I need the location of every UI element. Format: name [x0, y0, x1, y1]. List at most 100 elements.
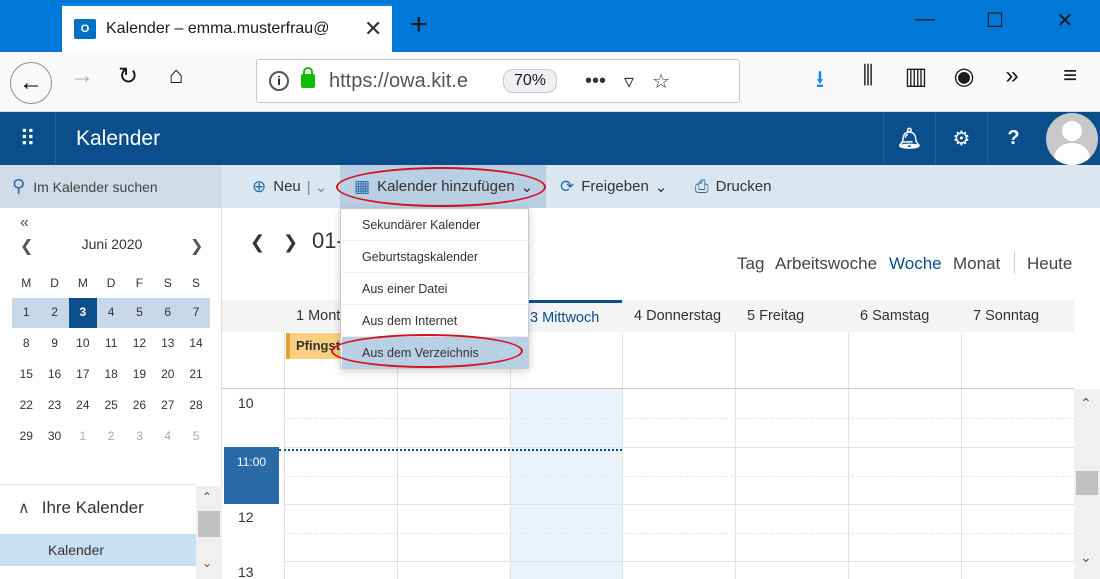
mini-calendar-day[interactable]: 21: [182, 367, 211, 381]
home-icon[interactable]: ⌂: [156, 62, 196, 90]
calendar-search[interactable]: ⚲ Im Kalender suchen: [0, 165, 222, 208]
url-text[interactable]: https://owa.kit.e: [329, 70, 479, 93]
mini-calendar-day[interactable]: 10: [69, 336, 98, 350]
account-icon[interactable]: ◉: [944, 62, 984, 91]
mini-calendar-day[interactable]: 26: [125, 398, 154, 412]
mini-calendar-day[interactable]: 22: [12, 398, 41, 412]
mini-calendar-day[interactable]: 3: [68, 298, 98, 328]
menu-item-birthday-calendar[interactable]: Geburtstagskalender: [342, 241, 529, 273]
plus-circle-icon: ⊕: [252, 176, 267, 196]
help-icon[interactable]: ?: [987, 112, 1039, 165]
print-button[interactable]: ⎙ Drucken: [695, 165, 771, 208]
new-button[interactable]: ⊕ Neu | ⌄: [252, 165, 327, 208]
address-bar[interactable]: i https://owa.kit.e 70% ••• ▿ ☆: [256, 59, 740, 103]
mini-calendar-day[interactable]: 5: [125, 305, 154, 319]
view-workweek[interactable]: Arbeitswoche: [775, 254, 877, 274]
calendar-list-item[interactable]: Kalender: [0, 534, 196, 566]
share-button[interactable]: ⟳ Freigeben ⌄: [560, 165, 667, 208]
app-launcher-icon[interactable]: ⠿: [0, 112, 56, 165]
mini-calendar-day[interactable]: 30: [40, 429, 69, 443]
scroll-down-icon[interactable]: ⌄: [202, 556, 212, 570]
day-header[interactable]: 4 Donnerstag: [622, 300, 735, 332]
mini-calendar-day[interactable]: 9: [40, 336, 69, 350]
collapse-icon[interactable]: «: [20, 214, 29, 232]
mini-calendar-day[interactable]: 23: [40, 398, 69, 412]
view-day[interactable]: Tag: [737, 254, 764, 274]
outlook-favicon-icon: O: [74, 19, 96, 39]
mini-calendar-day[interactable]: 2: [97, 429, 126, 443]
gear-icon[interactable]: ⚙: [935, 112, 987, 165]
view-week[interactable]: Woche: [889, 254, 942, 274]
maximize-icon[interactable]: ☐: [975, 8, 1015, 33]
right-scrollbar[interactable]: ⌃ ⌄: [1074, 389, 1100, 579]
mini-calendar-day[interactable]: 12: [125, 336, 154, 350]
mini-calendar-day[interactable]: 25: [97, 398, 126, 412]
mini-calendar-day[interactable]: 17: [69, 367, 98, 381]
scroll-down-icon[interactable]: ⌄: [1080, 549, 1092, 566]
menu-item-from-internet[interactable]: Aus dem Internet: [342, 305, 529, 337]
mini-calendar-day[interactable]: 4: [97, 305, 126, 319]
mini-calendar-day[interactable]: 15: [12, 367, 41, 381]
day-header[interactable]: 7 Sonntag: [961, 300, 1074, 332]
next-month-icon[interactable]: ❯: [190, 236, 203, 256]
mini-calendar-day[interactable]: 1: [69, 429, 98, 443]
minimize-icon[interactable]: —: [905, 8, 945, 31]
chevron-down-icon[interactable]: | ⌄: [307, 178, 328, 196]
mini-calendar-day[interactable]: 11: [97, 336, 126, 350]
mini-calendar-day[interactable]: 7: [182, 305, 211, 319]
bookmark-star-icon[interactable]: ☆: [652, 69, 670, 94]
prev-week-icon[interactable]: ❮: [250, 232, 265, 253]
library-icon[interactable]: ⫼: [848, 62, 888, 90]
day-header[interactable]: 6 Samstag: [848, 300, 961, 332]
mini-calendar-day[interactable]: 14: [182, 336, 211, 350]
mini-calendar-day[interactable]: 4: [154, 429, 183, 443]
mini-calendar-day[interactable]: 29: [12, 429, 41, 443]
browser-tab[interactable]: O Kalender – emma.musterfrau@ ✕: [62, 4, 392, 52]
left-scrollbar[interactable]: ⌃ ⌄: [196, 486, 222, 579]
forward-arrow-icon[interactable]: →: [62, 62, 102, 90]
view-today[interactable]: Heute: [1027, 254, 1072, 274]
scroll-thumb[interactable]: [198, 511, 220, 537]
mini-calendar-day[interactable]: 6: [154, 305, 183, 319]
mini-calendar-day[interactable]: 1: [12, 305, 41, 319]
scroll-thumb[interactable]: [1076, 471, 1098, 495]
mini-calendar-day[interactable]: 27: [154, 398, 183, 412]
sidebar-icon[interactable]: ▥: [896, 62, 936, 91]
bell-icon[interactable]: 🔔︎: [883, 112, 935, 165]
mini-calendar-day[interactable]: 28: [182, 398, 211, 412]
mini-calendar-day[interactable]: 3: [125, 429, 154, 443]
info-icon[interactable]: i: [269, 71, 289, 91]
day-header[interactable]: 1 Mont: [284, 300, 340, 332]
mini-calendar-day[interactable]: 24: [69, 398, 98, 412]
view-month[interactable]: Monat: [953, 254, 1000, 274]
day-header[interactable]: 5 Freitag: [735, 300, 848, 332]
download-icon[interactable]: ⭳: [800, 62, 840, 103]
pocket-icon[interactable]: ▿: [624, 69, 634, 94]
mini-calendar-day[interactable]: 20: [154, 367, 183, 381]
mini-calendar-month[interactable]: Juni 2020: [60, 236, 164, 252]
menu-item-from-file[interactable]: Aus einer Datei: [342, 273, 529, 305]
menu-icon[interactable]: ≡: [1050, 62, 1090, 90]
mini-calendar-day[interactable]: 13: [154, 336, 183, 350]
scroll-up-icon[interactable]: ⌃: [1080, 395, 1092, 412]
close-tab-icon[interactable]: ✕: [364, 16, 382, 42]
reload-icon[interactable]: ↻: [108, 62, 148, 91]
scroll-up-icon[interactable]: ⌃: [202, 490, 212, 504]
new-tab-icon[interactable]: +: [410, 8, 428, 42]
mini-calendar-day[interactable]: 18: [97, 367, 126, 381]
next-week-icon[interactable]: ❯: [283, 232, 298, 253]
avatar[interactable]: [1046, 113, 1098, 165]
mini-calendar-day[interactable]: 8: [12, 336, 41, 350]
mini-calendar-day[interactable]: 16: [40, 367, 69, 381]
more-icon[interactable]: •••: [585, 70, 606, 93]
window-close-icon[interactable]: ✕: [1045, 8, 1085, 33]
mini-calendar-day[interactable]: 19: [125, 367, 154, 381]
back-arrow-icon[interactable]: ←: [10, 62, 52, 104]
zoom-level[interactable]: 70%: [503, 69, 558, 93]
your-calendars-header[interactable]: ∧ Ihre Kalender: [0, 484, 196, 530]
mini-calendar-day[interactable]: 5: [182, 429, 211, 443]
prev-month-icon[interactable]: ❮: [20, 236, 33, 256]
menu-item-secondary-calendar[interactable]: Sekundärer Kalender: [342, 209, 529, 241]
mini-calendar-day[interactable]: 2: [40, 305, 69, 319]
overflow-icon[interactable]: »: [992, 62, 1032, 90]
